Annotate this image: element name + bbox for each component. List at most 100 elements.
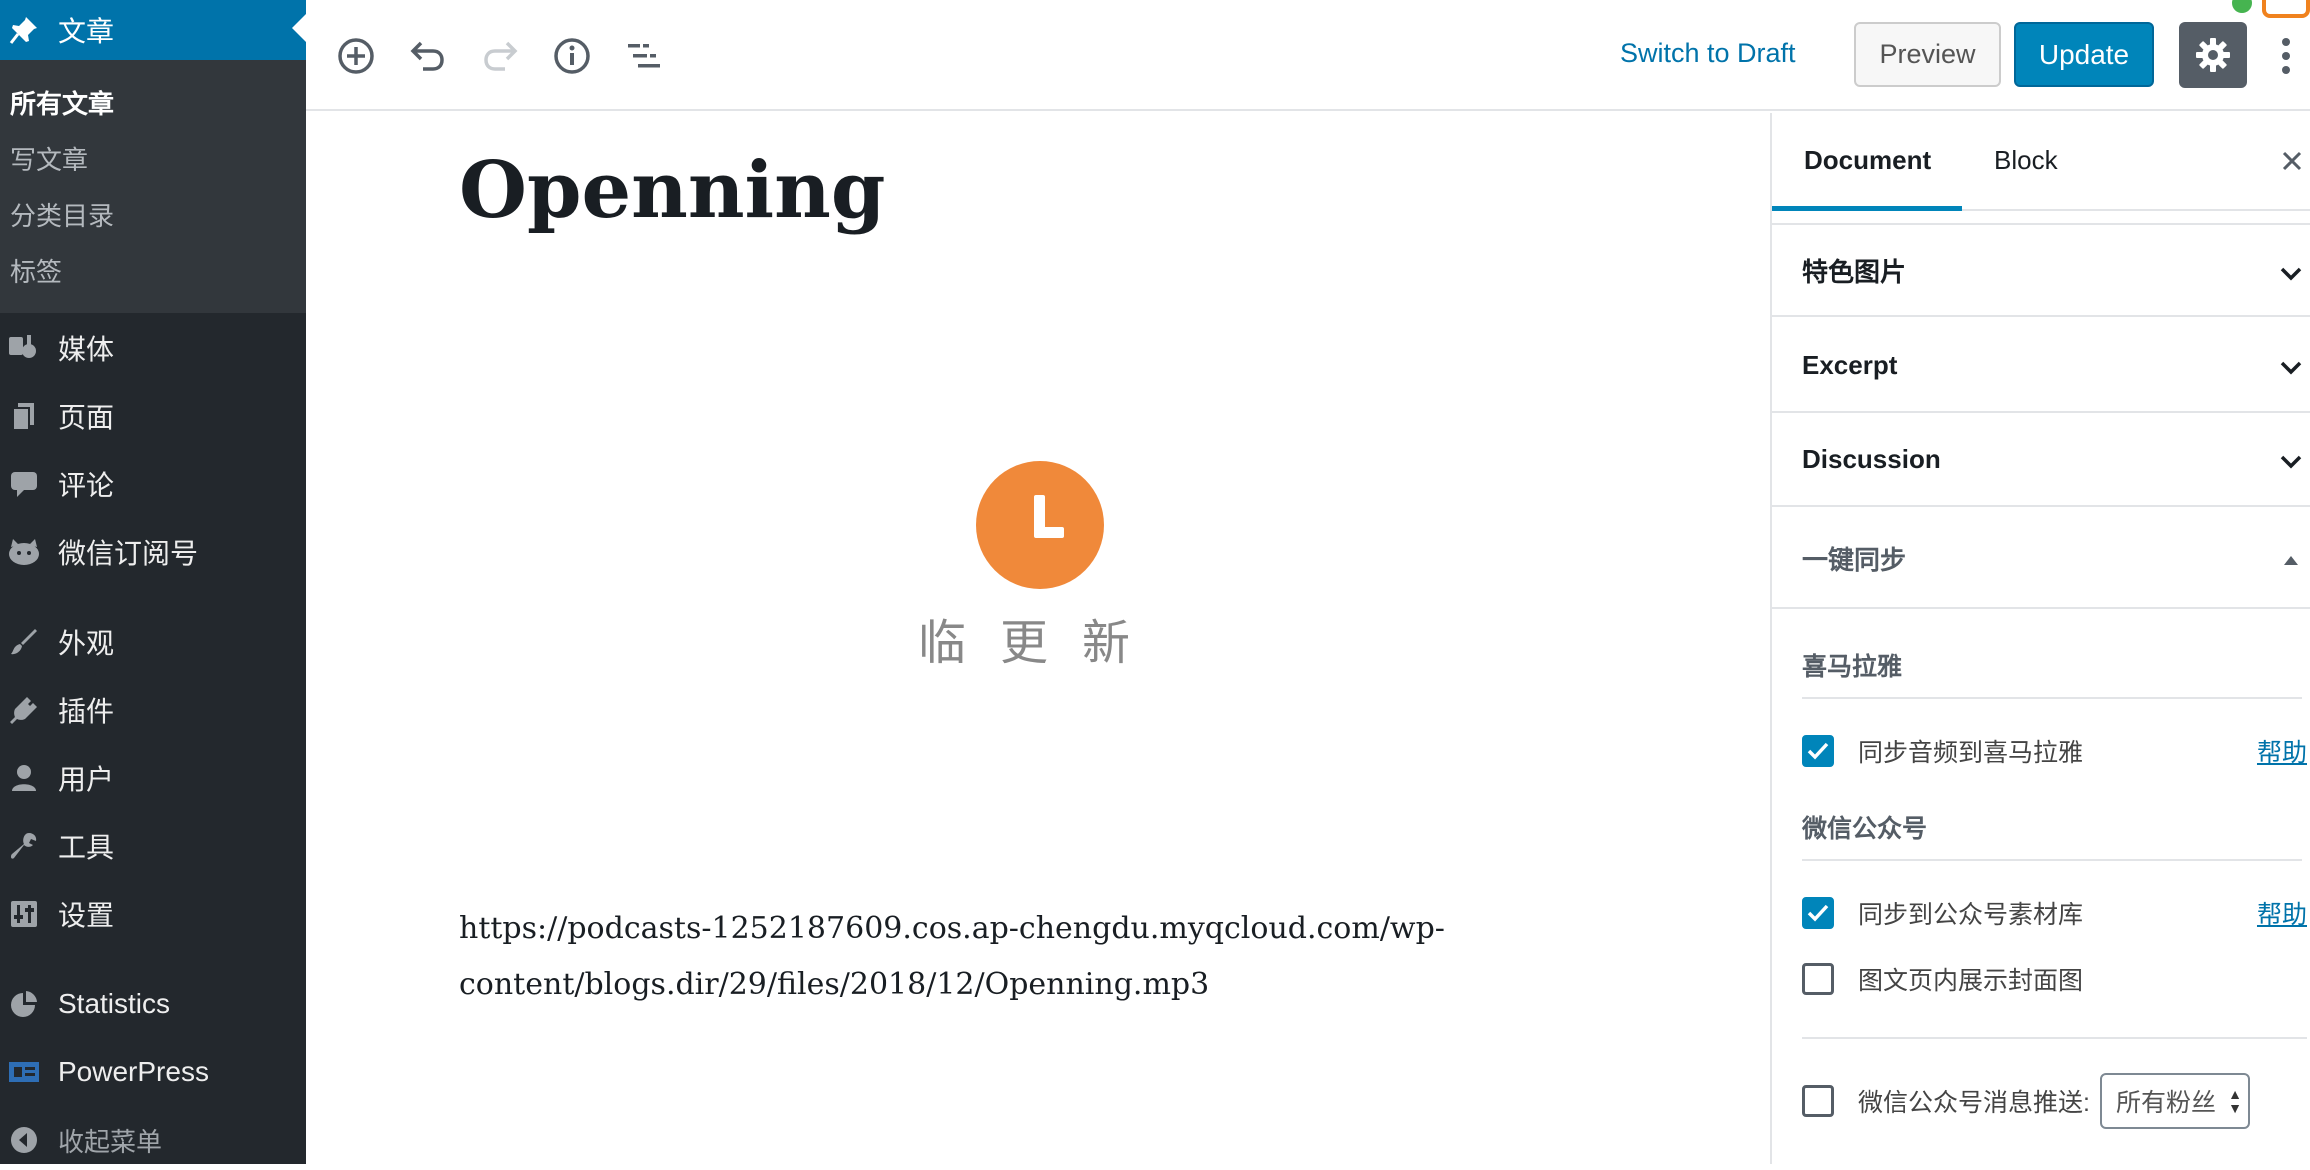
wrench-icon [4,829,44,863]
plugin-icon [4,693,44,727]
checkmark-icon [1807,904,1829,922]
settings-sidebar: Document Block 特色图片 Excerpt Discussion 一… [1770,113,2310,1164]
select-arrows-icon: ▲ ▼ [2228,1086,2242,1116]
pin-icon [4,13,44,47]
message-push-option[interactable]: 微信公众号消息推送: 所有粉丝 ▲ ▼ [1802,1071,2307,1131]
page-icon [4,399,44,433]
submenu-new-post[interactable]: 写文章 [0,136,306,192]
menu-item-tools[interactable]: 工具 [0,816,306,876]
tab-block[interactable]: Block [1994,145,2058,176]
menu-label: 文章 [58,16,115,47]
switch-to-draft-button[interactable]: Switch to Draft [1620,38,1796,69]
select-value: 所有粉丝 [2115,1089,2216,1117]
preview-button[interactable]: Preview [1854,22,2001,87]
panel-title: 一键同步 [1802,544,1907,575]
logo-text: 临更新 [917,615,1164,671]
update-button[interactable]: Update [2014,22,2154,87]
menu-label: 外观 [58,628,115,659]
wechat-sync-option[interactable]: 同步到公众号素材库 帮助 [1802,893,2307,933]
gear-icon [2196,38,2230,72]
message-push-checkbox[interactable] [1802,1085,1834,1117]
menu-label: 插件 [58,696,115,727]
posts-submenu: 所有文章 写文章 分类目录 标签 [0,60,306,313]
panel-title: Excerpt [1802,349,1898,380]
menu-label: 收起菜单 [58,1126,163,1157]
cover-image-checkbox[interactable] [1802,963,1834,995]
more-options-button[interactable] [2274,32,2298,80]
audio-url-paragraph[interactable]: https://podcasts-1252187609.cos.ap-cheng… [459,901,1459,1013]
wechat-heading: 微信公众号 [1802,809,2302,861]
clock-logo-icon[interactable] [976,461,1104,589]
info-icon[interactable] [548,32,596,80]
comment-icon [4,467,44,501]
chevron-down-icon [2276,447,2306,477]
settings-toggle-button[interactable] [2179,22,2247,88]
menu-label: 评论 [58,470,115,501]
powerpress-icon [4,1055,44,1089]
add-block-icon[interactable] [332,32,380,80]
option-label: 同步音频到喜马拉雅 [1858,739,2084,767]
submenu-all-posts[interactable]: 所有文章 [0,80,306,136]
menu-item-users[interactable]: 用户 [0,748,306,808]
menu-item-media[interactable]: 媒体 [0,318,306,378]
menu-label: 页面 [58,402,115,433]
submenu-categories[interactable]: 分类目录 [0,192,306,248]
pie-chart-icon [4,987,44,1021]
tab-document[interactable]: Document [1804,145,1931,176]
option-label: 微信公众号消息推送: [1858,1089,2090,1117]
menu-item-comments[interactable]: 评论 [0,454,306,514]
collapse-icon [4,1123,44,1157]
menu-label: Statistics [58,988,171,1019]
wechat-icon [4,535,44,569]
help-link[interactable]: 帮助 [2257,895,2307,931]
menu-label: PowerPress [58,1056,209,1087]
submenu-tags[interactable]: 标签 [0,248,306,304]
chevron-down-icon [2276,259,2306,289]
panel-excerpt[interactable]: Excerpt [1772,319,2310,413]
menu-label: 设置 [58,900,115,931]
editor-canvas: Openning 临更新 https://podcasts-1252187609… [306,113,1770,1164]
ximalaya-sync-option[interactable]: 同步音频到喜马拉雅 帮助 [1802,731,2307,771]
paintbrush-icon [4,625,44,659]
panel-one-click-sync[interactable]: 一键同步 [1772,509,2310,609]
cover-image-option[interactable]: 图文页内展示封面图 [1802,959,2307,999]
status-dot-icon [2232,0,2252,13]
kebab-menu-icon [2282,38,2290,74]
redo-icon [476,32,524,80]
option-label: 同步到公众号素材库 [1858,901,2084,929]
post-title[interactable]: Openning [459,145,885,236]
menu-item-powerpress[interactable]: PowerPress [0,1042,306,1102]
menu-item-statistics[interactable]: Statistics [0,974,306,1034]
help-link[interactable]: 帮助 [2257,733,2307,769]
close-icon [2282,151,2302,171]
push-audience-select[interactable]: 所有粉丝 ▲ ▼ [2099,1073,2250,1129]
outline-icon[interactable] [620,32,668,80]
settings-sliders-icon [4,897,44,931]
undo-icon[interactable] [404,32,452,80]
menu-label: 用户 [58,764,115,795]
sidebar-tabs: Document Block [1772,113,2310,211]
user-icon [4,761,44,795]
ximalaya-sync-checkbox[interactable] [1802,735,1834,767]
wechat-sync-checkbox[interactable] [1802,897,1834,929]
menu-label: 工具 [58,832,115,863]
menu-item-pages[interactable]: 页面 [0,386,306,446]
menu-item-posts[interactable]: 文章 [0,0,306,60]
close-sidebar-button[interactable] [2274,143,2310,179]
menu-item-settings[interactable]: 设置 [0,884,306,944]
menu-item-appearance[interactable]: 外观 [0,612,306,672]
checkmark-icon [1807,742,1829,760]
extension-badge-icon[interactable] [2262,0,2310,18]
panel-featured-image[interactable]: 特色图片 [1772,223,2310,317]
admin-menu: 文章 所有文章 写文章 分类目录 标签 媒体 页面 评论 微信订阅号 外观 插件… [0,0,306,1164]
panel-discussion[interactable]: Discussion [1772,413,2310,507]
divider [1802,1037,2307,1039]
panel-title: Discussion [1802,443,1941,474]
menu-label: 微信订阅号 [58,538,199,569]
collapse-menu-button[interactable]: 收起菜单 [0,1110,306,1170]
menu-item-wechat[interactable]: 微信订阅号 [0,522,306,582]
menu-item-plugins[interactable]: 插件 [0,680,306,740]
chevron-down-icon [2276,353,2306,383]
caret-up-icon [2276,545,2306,575]
editor-toolbar: Switch to Draft Preview Update [306,0,2310,111]
